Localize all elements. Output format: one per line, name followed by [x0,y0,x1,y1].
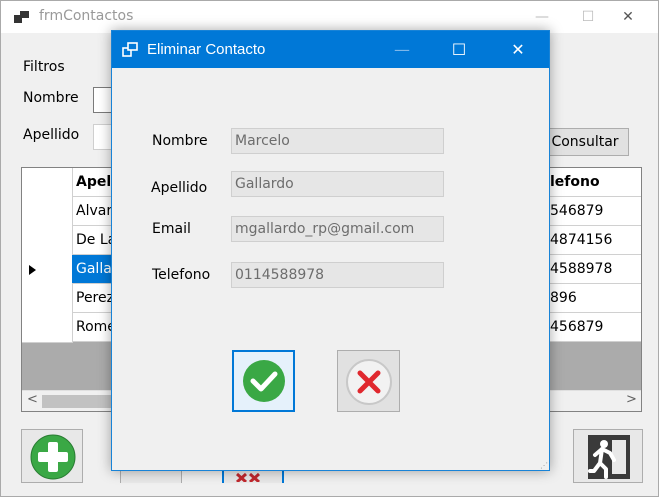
nombre-label: Nombre [152,133,208,149]
delete-contact-button[interactable] [222,469,284,483]
dialog-maximize-button[interactable]: ☐ [436,31,482,68]
main-window-title: frmContactos [39,8,134,24]
telefono-field[interactable]: 0114588978 [231,262,444,288]
dialog-title: Eliminar Contacto [147,41,266,58]
row-header[interactable] [22,197,73,227]
app-icon [14,11,29,23]
column-header-telefono[interactable]: lefono [542,168,641,197]
main-minimize-button[interactable]: — [519,1,565,33]
email-field[interactable]: mgallardo_rp@gmail.com [231,216,444,242]
apellido-filter-label: Apellido [23,127,80,143]
current-row-arrow-icon [29,265,36,275]
dialog-app-icon [122,42,138,57]
scroll-left-button[interactable]: < [27,392,38,407]
main-titlebar[interactable]: frmContactos — ☐ ✕ [1,1,658,33]
plus-icon [30,434,76,480]
row-header[interactable] [22,226,73,256]
row-header[interactable] [22,313,73,343]
nombre-filter-label: Nombre [23,90,79,106]
row-header[interactable] [22,284,73,314]
dialog-titlebar[interactable]: Eliminar Contacto — ☐ ✕ [112,31,549,68]
filters-label: Filtros [23,59,65,75]
telefono-label: Telefono [152,267,211,283]
dialog-minimize-button[interactable]: — [379,31,425,68]
delete-contact-dialog: Eliminar Contacto — ☐ ✕ Nombre Marcelo A… [111,30,550,471]
email-label: Email [152,221,191,237]
delete-icon [236,472,260,482]
x-icon [346,359,392,405]
cancel-delete-button[interactable] [337,350,400,412]
cell-telefono[interactable]: 4874156 [542,226,641,255]
main-close-button[interactable]: ✕ [605,1,651,33]
apellido-label: Apellido [151,180,208,196]
nombre-field[interactable]: Marcelo [231,128,444,154]
resize-grip[interactable]: ⋰ [540,461,548,470]
edit-contact-button[interactable] [120,469,182,483]
apellido-field[interactable]: Gallardo [231,171,444,197]
cell-telefono[interactable]: 4588978 [542,255,641,284]
scroll-right-button[interactable]: > [626,392,637,407]
cell-telefono[interactable]: 456879 [542,313,641,342]
dialog-close-button[interactable]: ✕ [495,31,541,68]
exit-icon [588,435,630,479]
consultar-button[interactable]: Consultar [541,128,629,156]
check-icon [243,360,285,402]
exit-button[interactable] [573,429,643,483]
add-contact-button[interactable] [21,429,83,483]
row-header[interactable] [22,255,73,285]
grid-corner-header [22,168,73,198]
cell-telefono[interactable]: 896 [542,284,641,313]
cell-telefono[interactable]: 546879 [542,197,641,226]
confirm-delete-button[interactable] [232,350,295,412]
